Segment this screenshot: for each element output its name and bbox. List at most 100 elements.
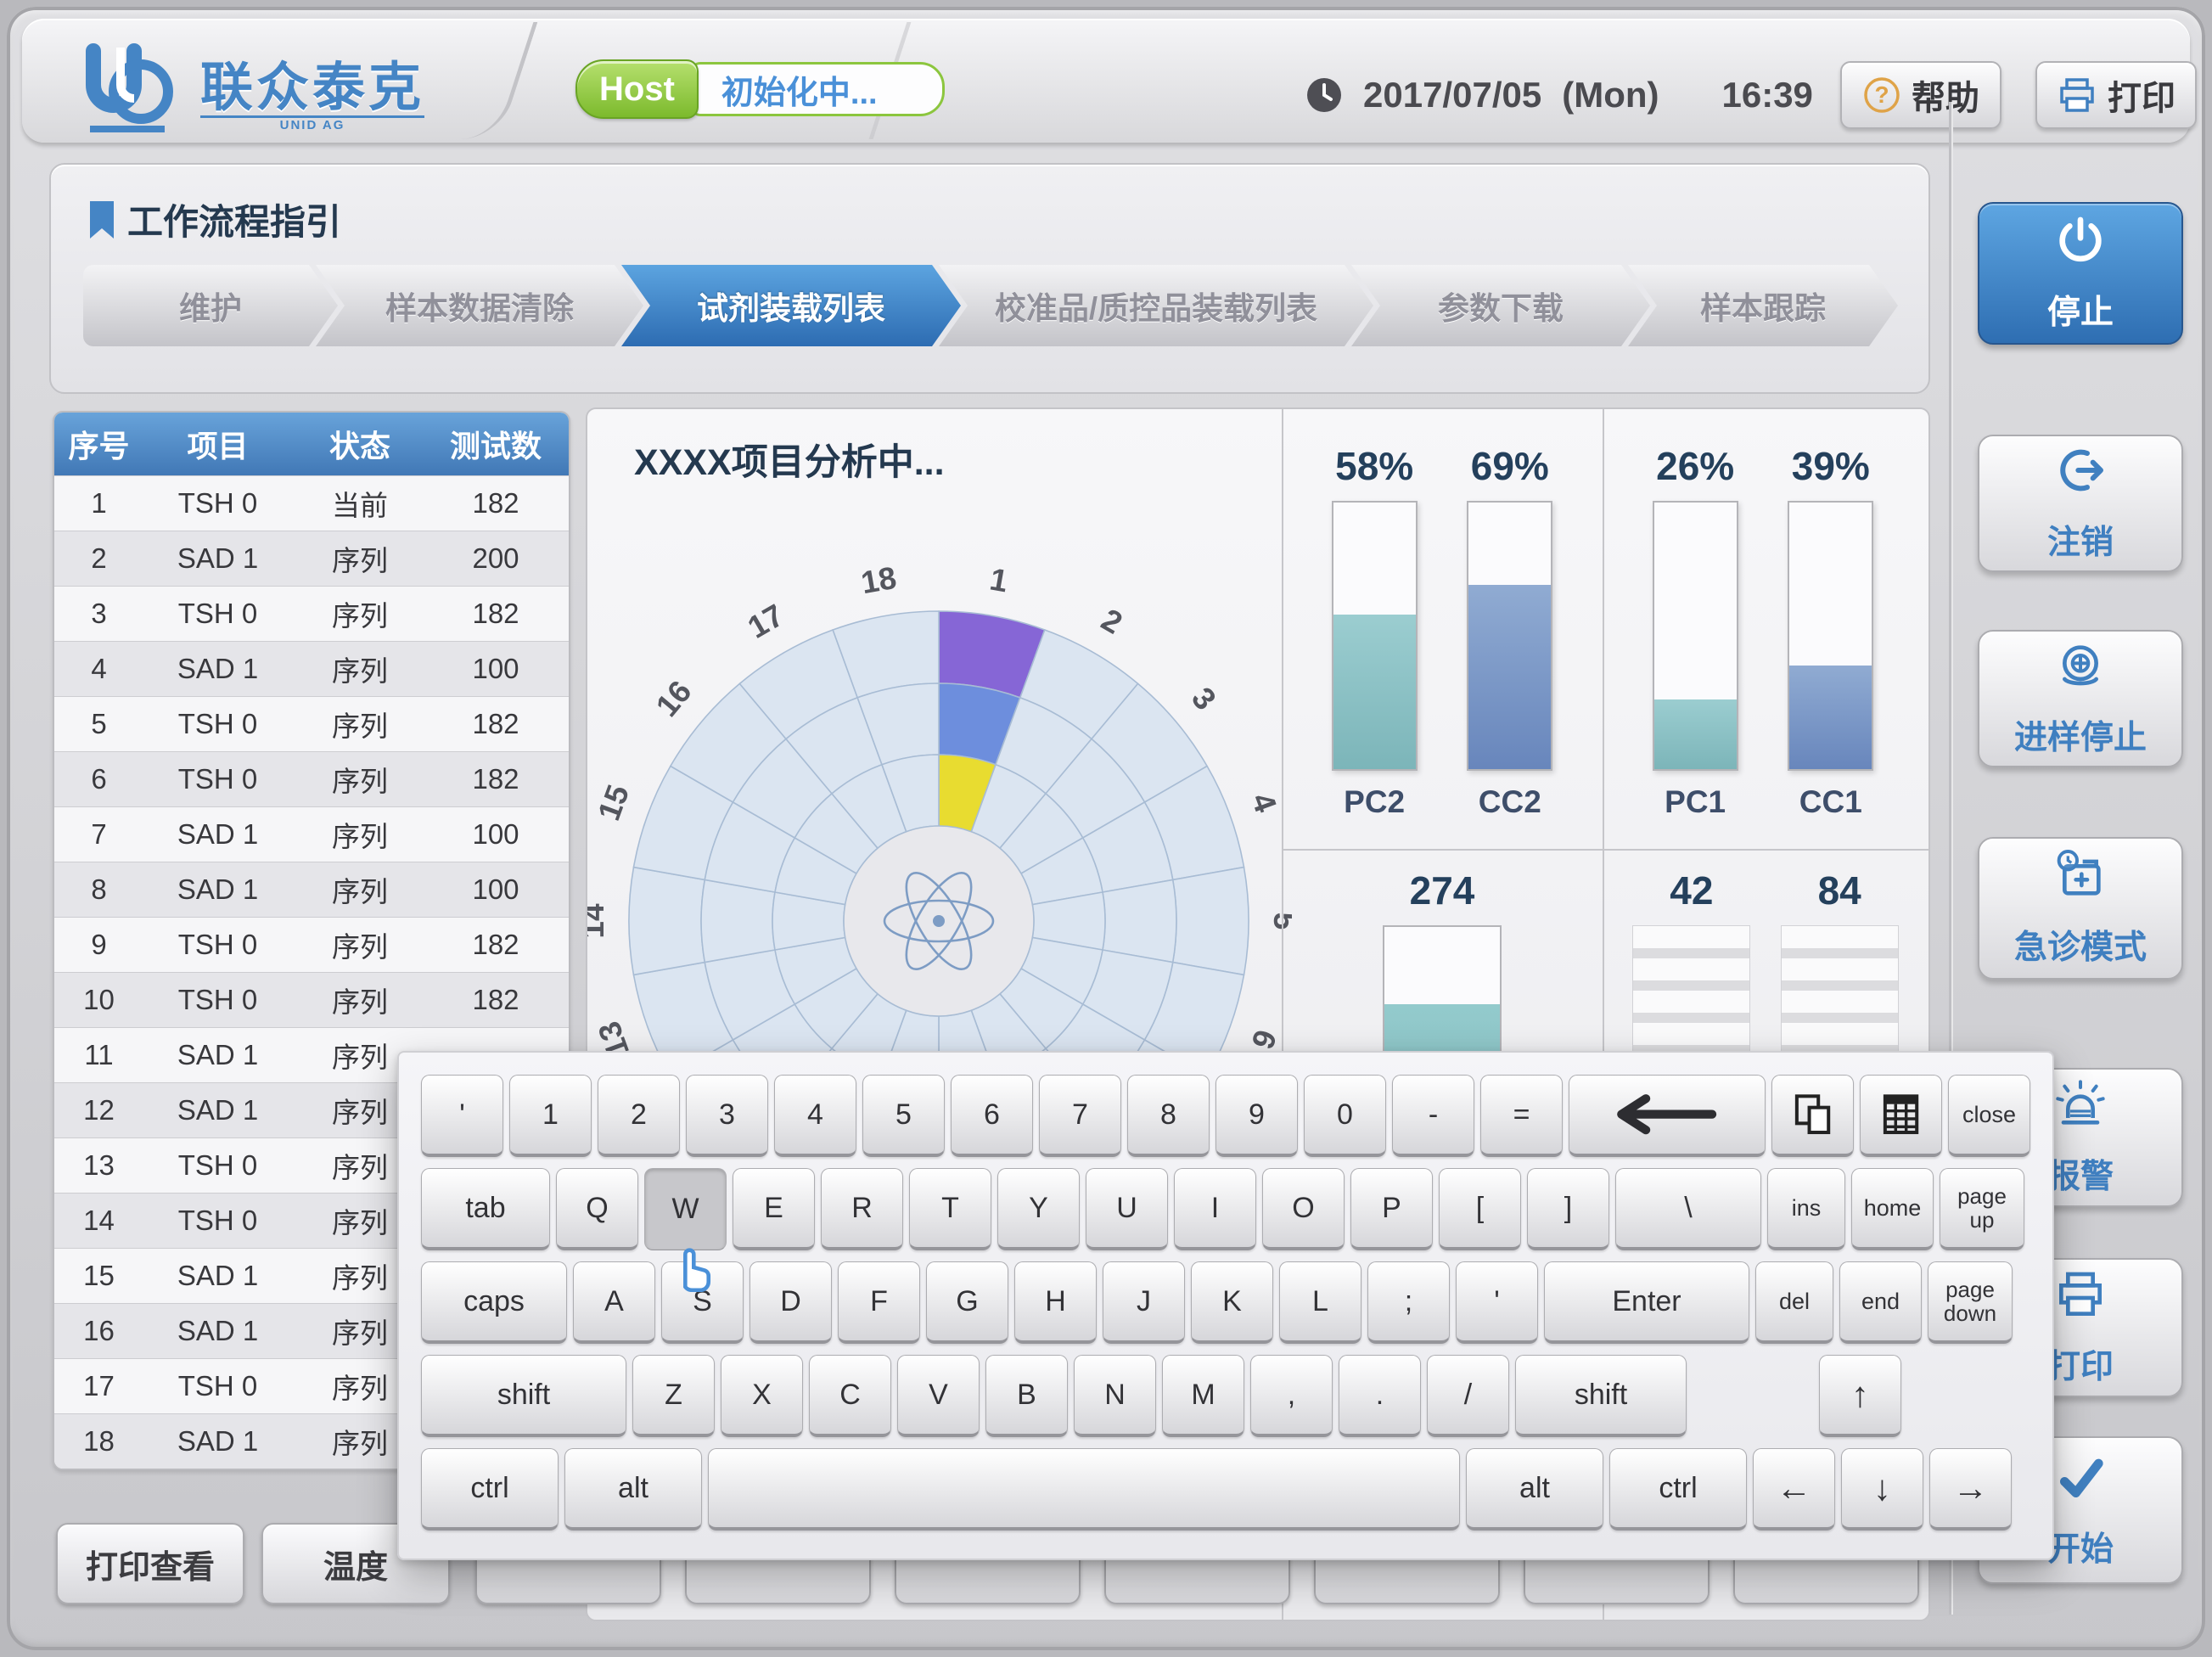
key-K[interactable]: K [1191, 1261, 1273, 1344]
workflow-step[interactable]: 参数下载 [1351, 265, 1650, 346]
key-=[interactable]: = [1480, 1075, 1563, 1157]
key-1[interactable]: 1 [509, 1075, 592, 1157]
key-ctrl[interactable]: ctrl [421, 1448, 559, 1531]
key-V[interactable]: V [897, 1355, 980, 1437]
key-overlap-windows[interactable] [1771, 1075, 1854, 1157]
key-;[interactable]: ; [1367, 1261, 1450, 1344]
table-row[interactable]: 10TSH 0 序列182 [54, 972, 569, 1027]
key-U[interactable]: U [1086, 1168, 1168, 1250]
key-O[interactable]: O [1262, 1168, 1345, 1250]
workflow-step[interactable]: 维护 [83, 265, 338, 346]
key-2[interactable]: 2 [598, 1075, 680, 1157]
key-W[interactable]: W [644, 1168, 727, 1250]
key-4[interactable]: 4 [774, 1075, 856, 1157]
key-C[interactable]: C [809, 1355, 891, 1437]
table-row[interactable]: 6TSH 0 序列182 [54, 751, 569, 806]
stack-value: 42 [1670, 868, 1713, 913]
key-[[interactable]: [ [1439, 1168, 1521, 1250]
key-D[interactable]: D [749, 1261, 832, 1344]
key-backspace-arrow[interactable] [1569, 1075, 1766, 1157]
key-9[interactable]: 9 [1215, 1075, 1298, 1157]
gauge-label: CC1 [1799, 784, 1862, 820]
key-/[interactable]: / [1427, 1355, 1509, 1437]
sidebar-button[interactable]: 注销 [1978, 435, 2183, 572]
table-row[interactable]: 7SAD 1 序列100 [54, 806, 569, 862]
key-arrow-left[interactable]: ← [1753, 1448, 1835, 1531]
svg-text:1: 1 [987, 562, 1010, 598]
help-button[interactable]: ? 帮助 [1840, 61, 2001, 129]
key-end[interactable]: end [1839, 1261, 1922, 1344]
gauge-bar [1653, 501, 1738, 771]
key-N[interactable]: N [1074, 1355, 1156, 1437]
key-Z[interactable]: Z [632, 1355, 715, 1437]
workflow-step[interactable]: 校准品/质控品装载列表 [939, 265, 1373, 346]
key-del[interactable]: del [1755, 1261, 1833, 1344]
key-ins[interactable]: ins [1767, 1168, 1845, 1250]
key-0[interactable]: 0 [1304, 1075, 1386, 1157]
key-page-up[interactable]: page up [1940, 1168, 2024, 1250]
key-tab[interactable]: tab [421, 1168, 550, 1250]
key-][interactable]: ] [1527, 1168, 1609, 1250]
table-row[interactable]: 9TSH 0 序列182 [54, 917, 569, 972]
key-I[interactable]: I [1174, 1168, 1256, 1250]
key-T[interactable]: T [909, 1168, 991, 1250]
table-row[interactable]: 2SAD 1 序列200 [54, 531, 569, 586]
key-X[interactable]: X [721, 1355, 803, 1437]
sidebar-button[interactable]: 急诊模式 [1978, 837, 2183, 980]
key-home[interactable]: home [1851, 1168, 1934, 1250]
key-'[interactable]: ' [421, 1075, 503, 1157]
key-F[interactable]: F [838, 1261, 920, 1344]
key--[interactable]: - [1392, 1075, 1474, 1157]
key-,[interactable]: , [1250, 1355, 1333, 1437]
sidebar-button[interactable]: 进样停止 [1978, 630, 2183, 767]
key-3[interactable]: 3 [686, 1075, 768, 1157]
key-Q[interactable]: Q [556, 1168, 638, 1250]
key-\[interactable]: \ [1615, 1168, 1761, 1250]
workflow-step[interactable]: 试剂装载列表 [621, 265, 961, 346]
key-L[interactable]: L [1279, 1261, 1361, 1344]
table-row[interactable]: 3TSH 0 序列182 [54, 586, 569, 641]
key-caps[interactable]: caps [421, 1261, 567, 1344]
key-G[interactable]: G [926, 1261, 1008, 1344]
key-close[interactable]: close [1948, 1075, 2030, 1157]
key-shift[interactable]: shift [1515, 1355, 1687, 1437]
workflow-step[interactable]: 样本跟踪 [1628, 265, 1898, 346]
key-5[interactable]: 5 [862, 1075, 945, 1157]
key-arrow-right[interactable]: → [1929, 1448, 2012, 1531]
key-page-down[interactable]: page down [1928, 1261, 2013, 1344]
key-7[interactable]: 7 [1039, 1075, 1121, 1157]
key-'[interactable]: ' [1456, 1261, 1538, 1344]
key-Y[interactable]: Y [997, 1168, 1080, 1250]
sidebar-button[interactable]: 停止 [1978, 202, 2183, 345]
key-space[interactable] [708, 1448, 1460, 1531]
key-A[interactable]: A [573, 1261, 655, 1344]
workflow-step[interactable]: 样本数据清除 [316, 265, 643, 346]
key-6[interactable]: 6 [951, 1075, 1033, 1157]
table-row[interactable]: 1TSH 0 当前182 [54, 475, 569, 531]
key-arrow-up[interactable]: ↑ [1819, 1355, 1901, 1437]
key-J[interactable]: J [1103, 1261, 1185, 1344]
key-alt[interactable]: alt [1466, 1448, 1603, 1531]
percent-gauge-PC1: 26%PC1 [1653, 443, 1738, 820]
key-P[interactable]: P [1350, 1168, 1433, 1250]
key-ctrl[interactable]: ctrl [1609, 1448, 1747, 1531]
table-row[interactable]: 4SAD 1 序列100 [54, 641, 569, 696]
gauge-bar [1467, 501, 1552, 771]
key-alt[interactable]: alt [564, 1448, 702, 1531]
table-row[interactable]: 8SAD 1 序列100 [54, 862, 569, 917]
key-R[interactable]: R [821, 1168, 903, 1250]
table-row[interactable]: 5TSH 0 序列182 [54, 696, 569, 751]
key-arrow-down[interactable]: ↓ [1841, 1448, 1923, 1531]
print-view-button[interactable]: 打印查看 [56, 1523, 244, 1604]
key-numpad[interactable] [1860, 1075, 1942, 1157]
key-B[interactable]: B [985, 1355, 1068, 1437]
key-M[interactable]: M [1162, 1355, 1244, 1437]
key-.[interactable]: . [1339, 1355, 1421, 1437]
print-button[interactable]: 打印 [2035, 61, 2197, 129]
key-shift[interactable]: shift [421, 1355, 626, 1437]
key-H[interactable]: H [1014, 1261, 1097, 1344]
key-Enter[interactable]: Enter [1544, 1261, 1749, 1344]
key-8[interactable]: 8 [1127, 1075, 1210, 1157]
gauge-label: CC2 [1479, 784, 1541, 820]
key-E[interactable]: E [733, 1168, 815, 1250]
